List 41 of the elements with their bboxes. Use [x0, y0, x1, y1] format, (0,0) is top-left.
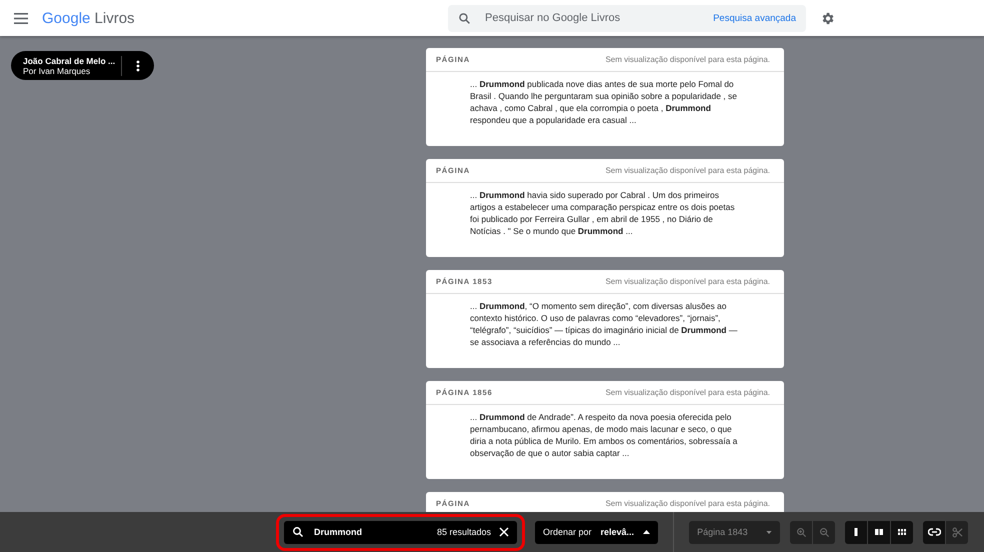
- more-icon[interactable]: [136, 60, 140, 72]
- no-preview-note: Sem visualização disponível para esta página.: [605, 55, 770, 64]
- result-count: 85 resultados: [436, 527, 491, 537]
- menu-icon[interactable]: [14, 12, 28, 24]
- no-preview-note: Sem visualização disponível para esta página.: [605, 166, 770, 175]
- book-author: Por Ivan Marques: [23, 66, 92, 76]
- sort-dropdown[interactable]: Ordenar por relevâ...: [535, 520, 658, 544]
- caret-icon: [643, 530, 650, 534]
- no-preview-note: Sem visualização disponível para esta página.: [605, 499, 770, 508]
- link-icon: [928, 528, 941, 536]
- grid-button[interactable]: [891, 520, 914, 544]
- book-chip[interactable]: João Cabral de Melo ... Por Ivan Marques: [11, 51, 154, 80]
- result-card[interactable]: [426, 270, 784, 368]
- close-icon[interactable]: [499, 527, 509, 537]
- search-icon: [458, 12, 471, 24]
- caret-icon: [766, 530, 772, 534]
- advanced-search-link[interactable]: Pesquisa avançada: [713, 12, 796, 24]
- result-snippet: ... Drummond, “O momento sem direção”, com diversas alusões ao contexto histórico. O uso de palavras como “elevadores”, “jornais”, “telégrafo”, “suicídios” — típicas do imaginário inicial de Drummond — se associava a referências do mundo ...: [470, 300, 738, 348]
- no-preview-note: Sem visualização disponível para esta página.: [605, 388, 770, 397]
- two-page-icon: [874, 527, 884, 537]
- logo[interactable]: Google Livros: [42, 10, 135, 26]
- result-card[interactable]: [426, 48, 784, 146]
- result-card[interactable]: [426, 159, 784, 257]
- in-book-search-field[interactable]: Drummond 85 resultados: [284, 520, 517, 544]
- search-icon: [292, 526, 304, 538]
- result-snippet: ... Drummond de Andrade”. A respeito da nova poesia oferecida pelo pernambucano, afirmou apenas, de modo mais lacunar e seco, o que diria a nota pública de Murilo. Em ambos os comentários, sobressaía a observação de que o autor sabia captar ...: [470, 411, 738, 459]
- no-preview-note: Sem visualização disponível para esta página.: [605, 277, 770, 286]
- zoom-out-icon: [818, 526, 830, 538]
- scissors-icon: [952, 526, 963, 538]
- grid-icon: [897, 527, 908, 537]
- result-snippet: ... Drummond publicada nove dias antes de sua morte pelo Fomal do Brasil . Quando lhe perguntaram sua opinião sobre a popularidade , se achava , como Cabral , que ela corrompia o poeta , Drummond respondeu que a popularidade era casual ...: [470, 78, 738, 126]
- result-card[interactable]: [426, 381, 784, 479]
- book-title: João Cabral de Melo ...: [23, 56, 116, 66]
- search-field[interactable]: Pesquisar no Google Livros Pesquisa avançada: [448, 4, 806, 32]
- link-button[interactable]: [923, 520, 946, 544]
- settings-icon[interactable]: [820, 10, 835, 26]
- search-query-field[interactable]: Drummond: [312, 526, 429, 538]
- single-button[interactable]: [845, 520, 868, 544]
- zoom-in-icon: [796, 526, 807, 538]
- double-button[interactable]: [868, 520, 890, 544]
- result-snippet: ... Drummond havia sido superado por Cabral . Um dos primeiros artigos a estabelecer uma comparação perspicaz entre os dois poetas foi publicado por Ferreira Gullar , em abril de 1955 , no Diário de Notícias . " Se o mundo que Drummond ...: [470, 189, 736, 237]
